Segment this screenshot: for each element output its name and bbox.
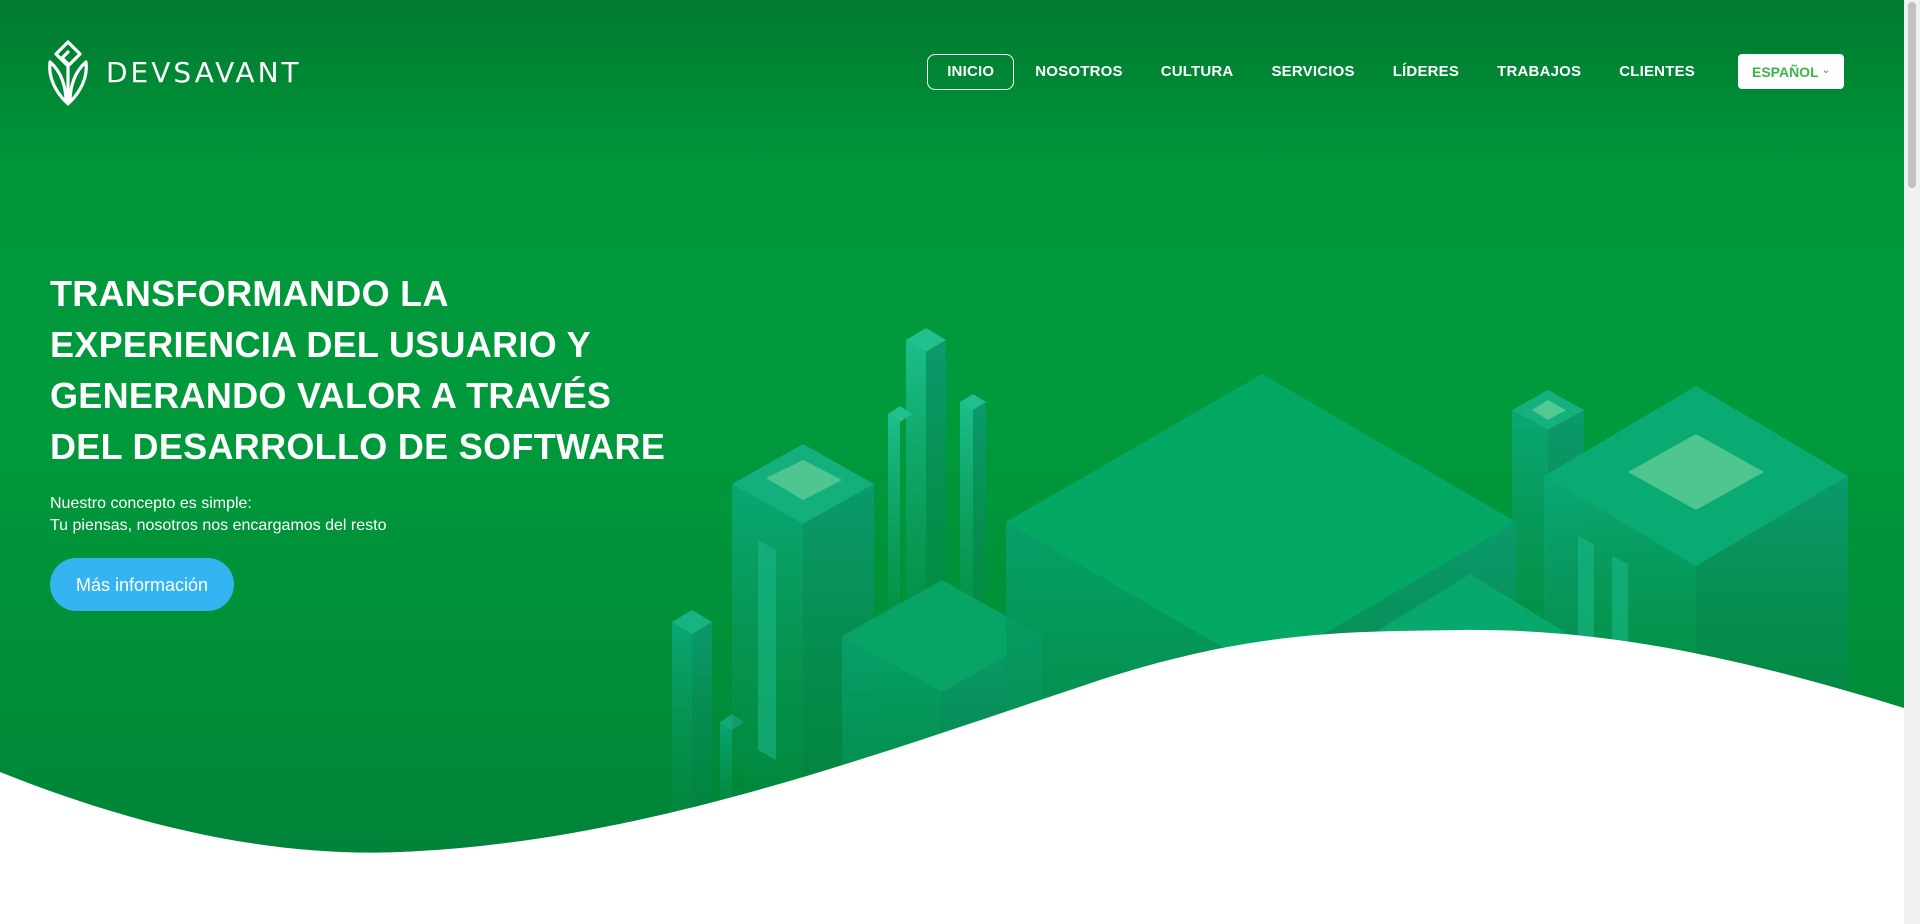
- nav-item-trabajos[interactable]: TRABAJOS: [1478, 54, 1600, 90]
- hero-subtitle-line-2: Tu piensas, nosotros nos encargamos del …: [50, 517, 387, 534]
- main-nav: INICIO NOSOTROS CULTURA SERVICIOS LÍDERE…: [927, 53, 1714, 91]
- nav-item-nosotros[interactable]: NOSOTROS: [1016, 54, 1141, 90]
- brand-name: DEVSAVANT: [106, 55, 302, 89]
- hero-section: DEVSAVANT INICIO NOSOTROS CULTURA SERVIC…: [0, 0, 1904, 924]
- nav-item-servicios[interactable]: SERVICIOS: [1252, 54, 1373, 90]
- nav-item-lideres[interactable]: LÍDERES: [1374, 54, 1478, 90]
- chevron-down-icon: ⌄: [1821, 65, 1831, 76]
- page: DEVSAVANT INICIO NOSOTROS CULTURA SERVIC…: [0, 0, 1920, 924]
- hero-subtitle: Nuestro concepto es simple: Tu piensas, …: [50, 493, 550, 537]
- brand-logo[interactable]: DEVSAVANT: [44, 38, 302, 106]
- language-label: ESPAÑOL: [1751, 63, 1819, 80]
- language-selector[interactable]: ESPAÑOL ⌄: [1738, 54, 1844, 89]
- page-scrollbar[interactable]: [1904, 0, 1920, 924]
- leaf-logo-icon: [48, 40, 88, 106]
- nav-item-cultura[interactable]: CULTURA: [1142, 54, 1253, 90]
- nav-item-inicio[interactable]: INICIO: [927, 54, 1015, 90]
- scrollbar-thumb[interactable]: [1908, 2, 1916, 188]
- site-header: DEVSAVANT INICIO NOSOTROS CULTURA SERVIC…: [0, 0, 1904, 140]
- more-info-button[interactable]: Más información: [50, 558, 234, 611]
- hero-title: TRANSFORMANDO LA EXPERIENCIA DEL USUARIO…: [50, 273, 666, 467]
- nav-item-clientes[interactable]: CLIENTES: [1600, 54, 1714, 90]
- hero-subtitle-line-1: Nuestro concepto es simple:: [50, 495, 252, 512]
